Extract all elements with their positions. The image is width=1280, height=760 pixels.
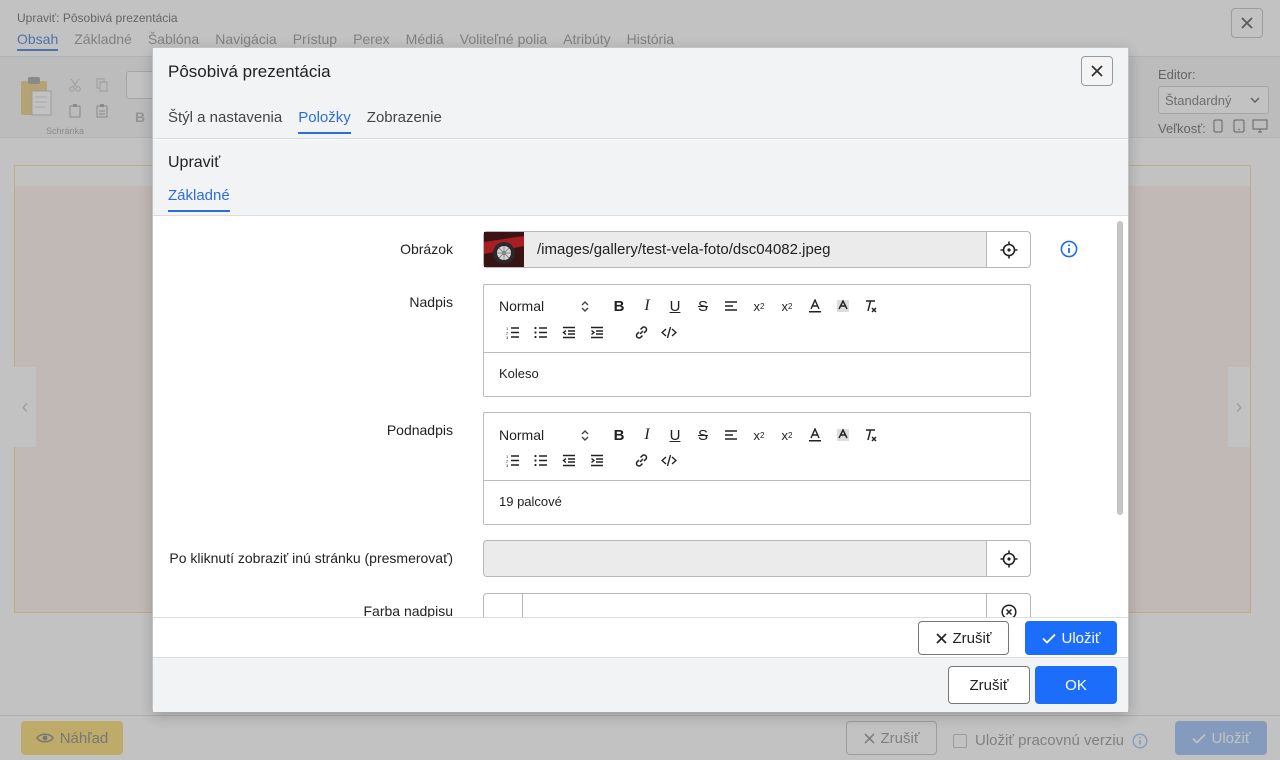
- code-icon[interactable]: [655, 322, 683, 342]
- redirect-label: Po kliknutí zobraziť inú stránku (presme…: [169, 550, 453, 566]
- heading-color-input[interactable]: [523, 594, 986, 617]
- background-color-icon[interactable]: [829, 296, 857, 316]
- redirect-input[interactable]: [484, 541, 986, 576]
- dialog-title: Pôsobivá prezentácia: [168, 62, 331, 81]
- strike-icon[interactable]: S: [689, 425, 717, 445]
- bold-icon[interactable]: B: [605, 296, 633, 316]
- text-color-icon[interactable]: [801, 296, 829, 316]
- align-icon[interactable]: [717, 425, 745, 445]
- subscript-icon[interactable]: x2: [745, 425, 773, 445]
- outdent-icon[interactable]: [555, 322, 583, 342]
- clear-format-icon[interactable]: [857, 425, 885, 445]
- edit-title: Upraviť: [168, 154, 221, 171]
- redirect-field: [483, 540, 1031, 577]
- indent-icon[interactable]: [583, 450, 611, 470]
- heading-label: Nadpis: [409, 294, 453, 310]
- align-icon[interactable]: [717, 296, 745, 316]
- clear-format-icon[interactable]: [857, 296, 885, 316]
- heading-format-select[interactable]: Normal: [499, 298, 589, 314]
- dialog-close-button[interactable]: [1081, 56, 1113, 86]
- color-clear-button[interactable]: [986, 594, 1030, 617]
- ordered-list-icon[interactable]: 123: [499, 322, 527, 342]
- heading-format-value: Normal: [499, 298, 545, 314]
- superscript-icon[interactable]: x2: [773, 425, 801, 445]
- subheading-format-select[interactable]: Normal: [499, 427, 589, 443]
- slideshow-dialog: Pôsobivá prezentácia Štýl a nastavenia P…: [152, 47, 1129, 712]
- clear-circle-icon: [1000, 603, 1017, 617]
- image-field: /images/gallery/test-vela-foto/dsc04082.…: [483, 231, 1031, 268]
- edit-header: [153, 140, 1128, 216]
- bullet-list-icon[interactable]: [527, 450, 555, 470]
- dialog-tabs: Štýl a nastavenia Položky Zobrazenie: [168, 109, 442, 134]
- code-icon[interactable]: [655, 450, 683, 470]
- heading-editor: Normal B I U S x2 x2 123 Koleso: [483, 284, 1031, 397]
- strike-icon[interactable]: S: [689, 296, 717, 316]
- link-icon[interactable]: [627, 450, 655, 470]
- heading-toolbar: Normal B I U S x2 x2 123: [484, 285, 1030, 353]
- heading-content[interactable]: Koleso: [484, 353, 1030, 394]
- indent-icon[interactable]: [583, 322, 611, 342]
- check-icon: [1041, 633, 1056, 644]
- image-path-input[interactable]: /images/gallery/test-vela-foto/dsc04082.…: [524, 232, 986, 267]
- link-icon[interactable]: [627, 322, 655, 342]
- edit-form: Obrázok /images/gallery/test-vela-foto/d…: [153, 217, 1128, 617]
- tab-polozky[interactable]: Položky: [298, 109, 351, 134]
- subheading-format-value: Normal: [499, 427, 545, 443]
- subheading-content[interactable]: 19 palcové: [484, 481, 1030, 522]
- subscript-icon[interactable]: x2: [745, 296, 773, 316]
- sort-arrows-icon: [581, 300, 589, 312]
- subheading-label: Podnadpis: [386, 422, 453, 438]
- dialog-ok-button[interactable]: OK: [1035, 666, 1117, 704]
- image-thumbnail: [484, 232, 524, 267]
- tab-zobrazenie[interactable]: Zobrazenie: [367, 109, 442, 134]
- tab-zakladne-edit[interactable]: Základné: [168, 187, 230, 212]
- heading-color-label: Farba nadpisu: [363, 603, 453, 617]
- tab-styl-a-nastavenia[interactable]: Štýl a nastavenia: [168, 109, 282, 134]
- italic-icon[interactable]: I: [633, 425, 661, 445]
- underline-icon[interactable]: U: [661, 425, 689, 445]
- subheading-editor: Normal B I U S x2 x2 123 19 palcové: [483, 412, 1031, 525]
- outdent-icon[interactable]: [555, 450, 583, 470]
- image-select-button[interactable]: [986, 232, 1030, 267]
- background-color-icon[interactable]: [829, 425, 857, 445]
- text-color-icon[interactable]: [801, 425, 829, 445]
- close-icon: [1091, 65, 1103, 77]
- image-label: Obrázok: [400, 241, 453, 257]
- form-scrollbar[interactable]: [1115, 217, 1125, 617]
- underline-icon[interactable]: U: [661, 296, 689, 316]
- crosshair-icon: [1000, 241, 1017, 258]
- close-icon: [935, 632, 947, 644]
- svg-text:3: 3: [506, 463, 509, 467]
- heading-color-field: [483, 593, 1031, 617]
- superscript-icon[interactable]: x2: [773, 296, 801, 316]
- ordered-list-icon[interactable]: 123: [499, 450, 527, 470]
- crosshair-icon: [1000, 550, 1017, 567]
- edit-cancel-label: Zrušiť: [952, 629, 992, 647]
- edit-save-button[interactable]: Uložiť: [1025, 621, 1117, 655]
- bold-icon[interactable]: B: [605, 425, 633, 445]
- info-icon[interactable]: [1060, 240, 1078, 258]
- bullet-list-icon[interactable]: [527, 322, 555, 342]
- svg-text:3: 3: [506, 335, 509, 339]
- color-swatch[interactable]: [484, 594, 523, 617]
- scrollbar-thumb[interactable]: [1117, 221, 1123, 515]
- sort-arrows-icon: [581, 429, 589, 441]
- subheading-toolbar: Normal B I U S x2 x2 123: [484, 413, 1030, 481]
- edit-cancel-button[interactable]: Zrušiť: [918, 621, 1009, 655]
- italic-icon[interactable]: I: [633, 296, 661, 316]
- redirect-select-button[interactable]: [986, 541, 1030, 576]
- dialog-cancel-button[interactable]: Zrušiť: [948, 666, 1030, 704]
- edit-save-label: Uložiť: [1061, 629, 1101, 647]
